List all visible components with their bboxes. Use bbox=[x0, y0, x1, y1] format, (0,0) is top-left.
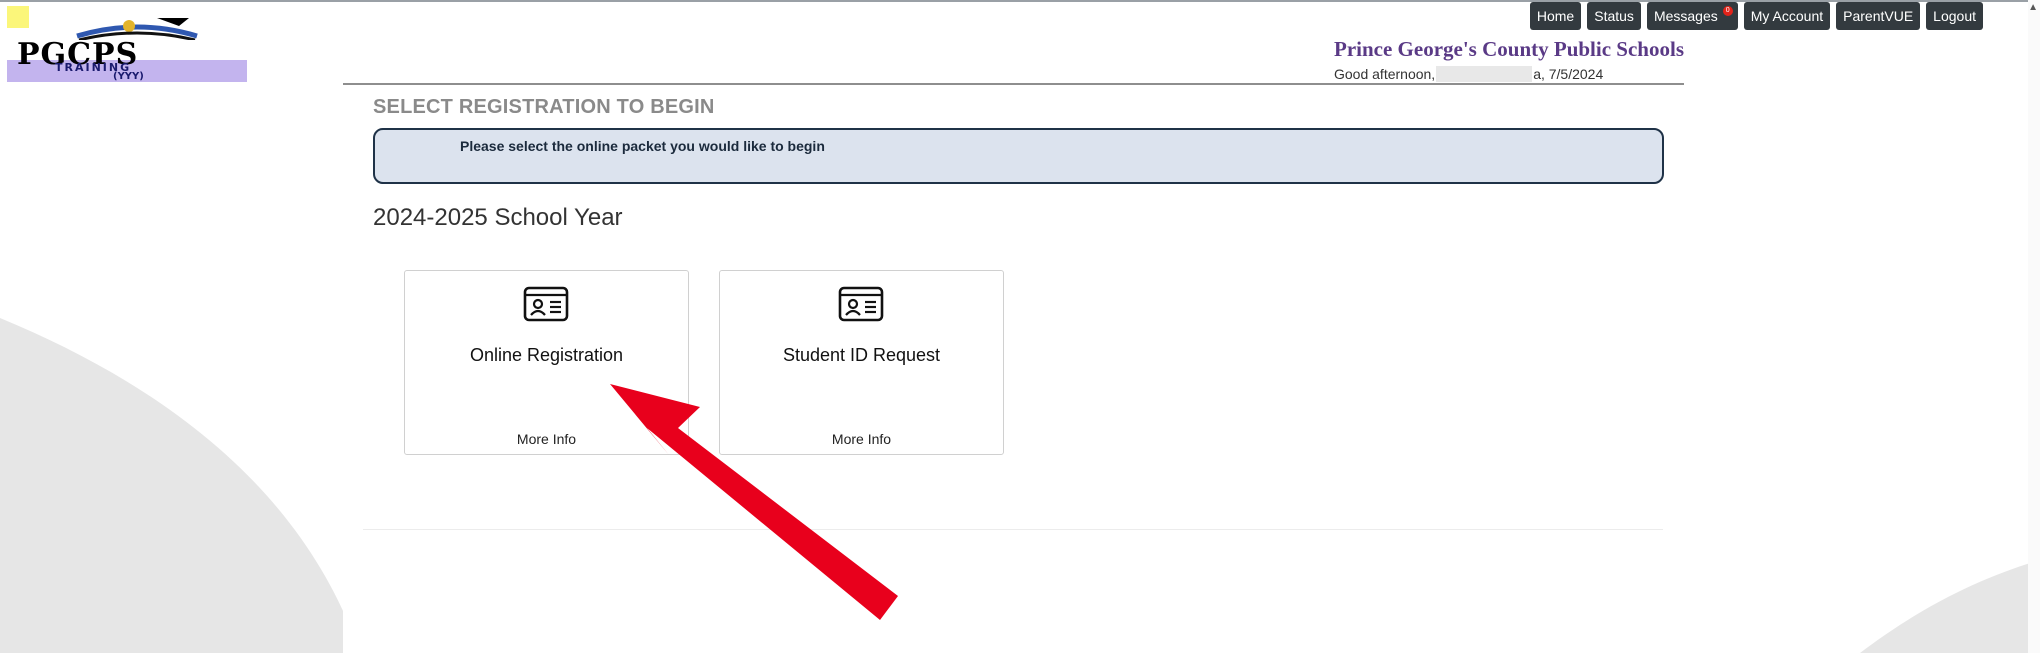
messages-count-badge: 0 bbox=[1722, 6, 1733, 16]
info-box: Please select the online packet you woul… bbox=[373, 128, 1664, 184]
greeting: Good afternoon, a, 7/5/2024 bbox=[1334, 66, 1603, 82]
nav-status-label: Status bbox=[1594, 8, 1634, 24]
nav-parentvue-label: ParentVUE bbox=[1843, 8, 1914, 24]
scroll-up-icon[interactable]: ▲ bbox=[2028, 3, 2038, 13]
main-top-rule bbox=[343, 83, 1684, 85]
nav-home-label: Home bbox=[1536, 8, 1575, 24]
id-card-icon bbox=[523, 286, 569, 322]
page-title: SELECT REGISTRATION TO BEGIN bbox=[373, 96, 715, 118]
nav-logout-label: Logout bbox=[1933, 8, 1976, 24]
greeting-prefix: Good afternoon, bbox=[1334, 66, 1436, 82]
more-info-link[interactable]: More Info bbox=[405, 431, 688, 447]
scrollbar[interactable]: ▲ bbox=[2028, 0, 2040, 653]
card-title: Online Registration bbox=[469, 345, 624, 365]
id-card-icon bbox=[838, 286, 884, 322]
nav-home-button[interactable]: Home bbox=[1529, 2, 1582, 30]
info-text: Please select the online packet you woul… bbox=[460, 138, 825, 154]
nav-my-account-label: My Account bbox=[1750, 8, 1824, 24]
nav-status-button[interactable]: Status bbox=[1587, 2, 1641, 30]
nav-my-account-button[interactable]: My Account bbox=[1743, 2, 1831, 30]
card-student-id-request[interactable]: Student ID Request More Info bbox=[719, 270, 1004, 455]
logo-subtitle-2: (YYY) bbox=[113, 71, 144, 82]
card-title: Student ID Request bbox=[782, 345, 941, 365]
logo-highlight bbox=[7, 6, 29, 28]
nav-messages-label: Messages bbox=[1653, 8, 1718, 24]
main-bottom-rule bbox=[363, 529, 1663, 530]
nav-parentvue-button[interactable]: ParentVUE bbox=[1836, 2, 1921, 30]
main-content: SELECT REGISTRATION TO BEGIN Please sele… bbox=[343, 83, 1684, 653]
top-nav: Home Status Messages 0 My Account Parent… bbox=[1529, 2, 1983, 30]
school-year-heading: 2024-2025 School Year bbox=[373, 204, 623, 231]
school-name: Prince George's County Public Schools bbox=[1334, 37, 1684, 61]
redacted-user-name bbox=[1436, 66, 1533, 82]
nav-messages-button[interactable]: Messages 0 bbox=[1646, 2, 1738, 30]
pgcps-logo[interactable]: PGCPS TRAINING (YYY) bbox=[7, 6, 247, 82]
more-info-link[interactable]: More Info bbox=[720, 431, 1003, 447]
card-online-registration[interactable]: Online Registration More Info bbox=[404, 270, 689, 455]
greeting-suffix: a, 7/5/2024 bbox=[1533, 66, 1604, 82]
nav-logout-button[interactable]: Logout bbox=[1926, 2, 1983, 30]
